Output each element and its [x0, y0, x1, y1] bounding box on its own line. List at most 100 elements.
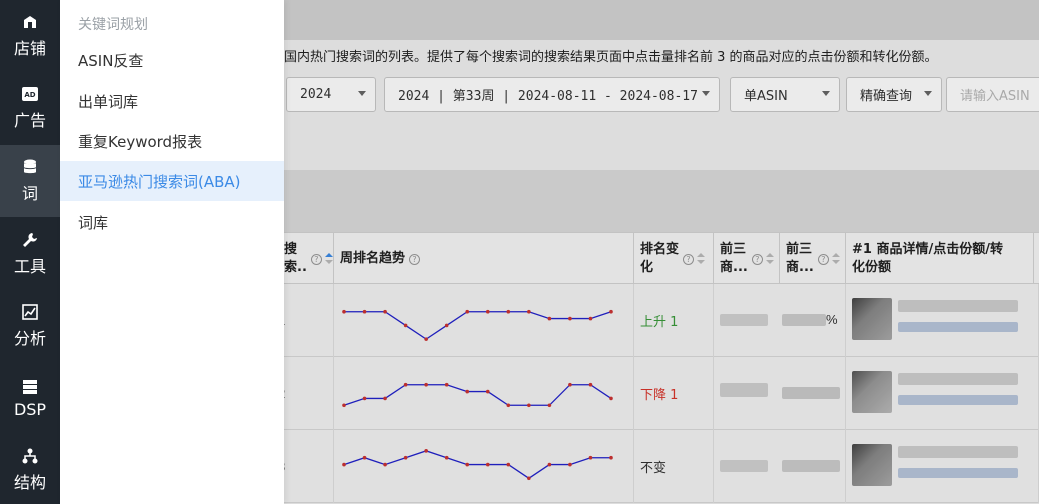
- year-value: 2024: [300, 87, 332, 102]
- share-cell: [714, 357, 846, 430]
- trend-point: [568, 316, 572, 321]
- trend-point: [506, 309, 511, 314]
- share-cell: %: [714, 284, 846, 357]
- search-term-cell: 1: [278, 284, 334, 357]
- rank-change-value: 下降 1: [640, 388, 679, 403]
- top-band: [284, 0, 1039, 40]
- trend-line: [344, 311, 612, 340]
- rank-change-value: 不变: [640, 461, 667, 476]
- col-search-term[interactable]: 搜 索.. ?: [284, 233, 334, 285]
- blurred-product-title: [898, 300, 1018, 312]
- trend-point: [588, 316, 593, 321]
- mode-select[interactable]: 单ASIN: [730, 77, 840, 112]
- sort-icon[interactable]: [324, 253, 333, 265]
- trend-point: [609, 396, 613, 401]
- trend-point: [485, 389, 490, 394]
- trend-point: [568, 462, 572, 467]
- wrench-icon: [21, 231, 39, 249]
- hierarchy-icon: [21, 447, 39, 465]
- rail-item-store[interactable]: 店铺: [0, 0, 60, 72]
- trend-point: [403, 382, 408, 387]
- blurred-product-image: [852, 371, 892, 413]
- trend-point: [444, 455, 449, 460]
- help-icon: ?: [409, 253, 421, 265]
- database-icon: [21, 158, 39, 176]
- year-select[interactable]: 2024: [286, 77, 376, 112]
- submenu-item-word-library[interactable]: 词库: [60, 202, 284, 242]
- action-band: [284, 170, 1039, 232]
- blurred-product-image: [852, 444, 892, 486]
- main-content: 国内热门搜索词的列表。提供了每个搜索词的搜索结果页面中点击量排名前 3 的商品对…: [278, 0, 1039, 504]
- col-top3-product-a[interactable]: 前三 商... ?: [714, 233, 780, 285]
- submenu-item-aba[interactable]: 亚马逊热门搜索词(ABA): [60, 161, 284, 201]
- trend-point: [506, 403, 511, 408]
- col-rank-change[interactable]: 排名变 化 ?: [634, 233, 714, 285]
- rail-item-analysis[interactable]: 分析: [0, 290, 60, 362]
- store-icon: [21, 13, 39, 31]
- submenu-item-order-words[interactable]: 出单词库: [60, 81, 284, 121]
- rail-label: 分析: [13, 329, 46, 348]
- sort-icon[interactable]: [765, 253, 774, 265]
- trend-point: [444, 323, 449, 328]
- week-select[interactable]: 2024 | 第33周 | 2024-08-11 - 2024-08-17: [384, 77, 720, 112]
- blurred-product-link: [898, 322, 1018, 332]
- mode-value: 单ASIN: [744, 89, 788, 104]
- help-icon: ?: [751, 253, 763, 265]
- sort-icon[interactable]: [831, 253, 840, 265]
- submenu-heading: 关键词规划: [78, 17, 148, 33]
- trend-point: [383, 462, 387, 467]
- asin-input-placeholder: 请输入ASIN: [960, 89, 1030, 104]
- blurred-value: [782, 460, 840, 472]
- trend-point: [362, 396, 367, 401]
- keyword-planning-submenu: 关键词规划 ASIN反查 出单词库 重复Keyword报表 亚马逊热门搜索词(A…: [60, 0, 284, 504]
- ad-icon: AD: [21, 85, 39, 103]
- trend-point: [424, 337, 428, 341]
- trend-point: [362, 309, 367, 314]
- weekly-trend-sparkline: [342, 449, 613, 481]
- trend-point: [403, 455, 408, 460]
- trend-point: [485, 309, 490, 314]
- product-details-cell: [846, 430, 1039, 503]
- rail-item-words[interactable]: 词: [0, 145, 60, 217]
- trend-point: [485, 462, 490, 467]
- help-icon: ?: [310, 253, 322, 265]
- blurred-value: [720, 314, 768, 326]
- rail-label: DSP: [13, 399, 47, 419]
- col-top3-product-b[interactable]: 前三 商... ?: [780, 233, 846, 285]
- trend-point: [403, 323, 408, 328]
- asin-search-input[interactable]: 请输入ASIN: [946, 77, 1039, 112]
- percent-suffix: %: [826, 312, 838, 327]
- chevron-down-icon: [702, 91, 710, 96]
- trend-point: [383, 309, 387, 314]
- rail-label: 工具: [13, 257, 46, 276]
- blurred-value: [782, 314, 826, 326]
- server-icon: [21, 378, 39, 396]
- submenu-item-asin-lookup[interactable]: ASIN反查: [60, 40, 284, 80]
- sort-icon[interactable]: [697, 253, 706, 265]
- chart-icon: [21, 303, 39, 321]
- trend-point: [609, 455, 613, 460]
- search-term-cell: 2: [278, 357, 334, 430]
- col-weekly-trend: 周排名趋势 ?: [334, 233, 634, 285]
- trend-point: [547, 316, 552, 321]
- week-value: 2024 | 第33周 | 2024-08-11 - 2024-08-17: [398, 89, 698, 104]
- match-select[interactable]: 精确查询: [846, 77, 942, 112]
- rank-change-cell: 上升 1: [634, 284, 714, 357]
- rail-item-tools[interactable]: 工具: [0, 218, 60, 290]
- rail-item-structure[interactable]: 结构: [0, 434, 60, 504]
- trend-point: [342, 462, 346, 467]
- trend-point: [424, 382, 428, 387]
- trend-line: [343, 384, 612, 406]
- trend-point: [465, 389, 470, 394]
- page-description: 国内热门搜索词的列表。提供了每个搜索词的搜索结果页面中点击量排名前 3 的商品对…: [284, 50, 938, 65]
- trend-point: [342, 403, 346, 408]
- rail-item-ads[interactable]: AD 广告: [0, 72, 60, 144]
- trend-point: [506, 462, 511, 467]
- blurred-product-link: [898, 395, 1018, 405]
- rail-item-dsp[interactable]: DSP: [0, 362, 60, 434]
- trend-point: [547, 403, 552, 408]
- trend-cell: [334, 430, 634, 503]
- share-cell: [714, 430, 846, 503]
- chevron-down-icon: [358, 91, 366, 96]
- submenu-item-duplicate-keyword-report[interactable]: 重复Keyword报表: [60, 121, 284, 161]
